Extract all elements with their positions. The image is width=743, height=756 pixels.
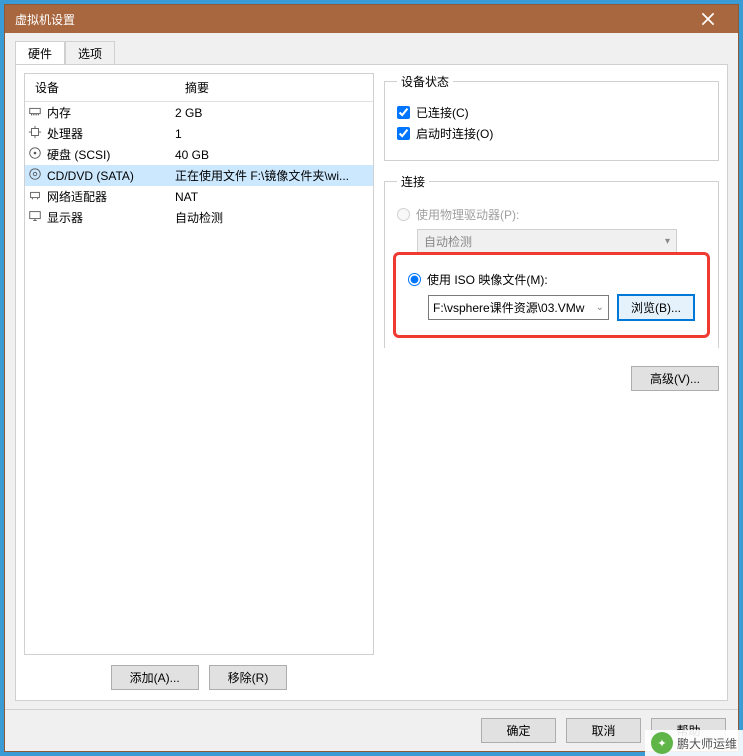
disk-icon bbox=[25, 146, 45, 163]
device-row-cpu[interactable]: 处理器1 bbox=[25, 123, 373, 144]
physical-drive-dropdown: 自动检测 ▾ bbox=[417, 229, 677, 254]
device-status-legend: 设备状态 bbox=[397, 73, 453, 90]
connected-checkbox[interactable]: 已连接(C) bbox=[397, 104, 706, 121]
content-area: 硬件 选项 设备 摘要 内存2 GB处理器1硬盘 (SCSI)40 GBCD/D… bbox=[5, 33, 738, 709]
settings-dialog: 虚拟机设置 硬件 选项 设备 摘要 内存2 GB处理器1硬盘 (SCSI)40 … bbox=[4, 4, 739, 752]
device-name: 硬盘 (SCSI) bbox=[45, 146, 175, 163]
add-button[interactable]: 添加(A)... bbox=[111, 665, 199, 690]
wechat-icon: ✦ bbox=[651, 732, 673, 754]
left-buttons: 添加(A)... 移除(R) bbox=[24, 655, 374, 692]
device-row-net[interactable]: 网络适配器NAT bbox=[25, 186, 373, 207]
list-header: 设备 摘要 bbox=[25, 74, 373, 102]
browse-button[interactable]: 浏览(B)... bbox=[617, 294, 695, 321]
physical-radio-input bbox=[397, 208, 410, 221]
iso-radio-input[interactable] bbox=[408, 273, 421, 286]
header-summary: 摘要 bbox=[175, 74, 373, 101]
chevron-down-icon: ▾ bbox=[665, 236, 670, 247]
device-status-group: 设备状态 已连接(C) 启动时连接(O) bbox=[384, 73, 719, 161]
titlebar: 虚拟机设置 bbox=[5, 5, 738, 33]
display-icon bbox=[25, 209, 45, 226]
window-title: 虚拟机设置 bbox=[15, 11, 688, 28]
physical-drive-radio[interactable]: 使用物理驱动器(P): bbox=[397, 206, 706, 223]
device-row-memory[interactable]: 内存2 GB bbox=[25, 102, 373, 123]
iso-section-highlight: 使用 ISO 映像文件(M): F:\vsphere课件资源\03.VMw ⌄ … bbox=[393, 252, 710, 338]
device-row-display[interactable]: 显示器自动检测 bbox=[25, 207, 373, 228]
device-summary: 40 GB bbox=[175, 148, 373, 162]
connected-input[interactable] bbox=[397, 106, 410, 119]
left-panel: 设备 摘要 内存2 GB处理器1硬盘 (SCSI)40 GBCD/DVD (SA… bbox=[24, 73, 374, 692]
iso-row: F:\vsphere课件资源\03.VMw ⌄ 浏览(B)... bbox=[428, 294, 695, 321]
device-list: 设备 摘要 内存2 GB处理器1硬盘 (SCSI)40 GBCD/DVD (SA… bbox=[24, 73, 374, 655]
memory-icon bbox=[25, 104, 45, 121]
device-name: 内存 bbox=[45, 104, 175, 121]
connection-legend: 连接 bbox=[397, 173, 429, 190]
chevron-down-icon[interactable]: ⌄ bbox=[596, 302, 604, 313]
device-summary: 2 GB bbox=[175, 106, 373, 120]
body: 设备 摘要 内存2 GB处理器1硬盘 (SCSI)40 GBCD/DVD (SA… bbox=[15, 65, 728, 701]
ok-button[interactable]: 确定 bbox=[481, 718, 556, 743]
remove-button[interactable]: 移除(R) bbox=[209, 665, 288, 690]
device-summary: 1 bbox=[175, 127, 373, 141]
device-name: 处理器 bbox=[45, 125, 175, 142]
cd-icon bbox=[25, 167, 45, 184]
right-panel: 设备状态 已连接(C) 启动时连接(O) 连接 使用物理驱动器(P): bbox=[384, 73, 719, 692]
tab-hardware[interactable]: 硬件 bbox=[15, 41, 65, 64]
connect-on-poweron-checkbox[interactable]: 启动时连接(O) bbox=[397, 125, 706, 142]
watermark: ✦ 鹏大师运维 bbox=[645, 730, 743, 756]
footer: 确定 取消 帮助 bbox=[5, 709, 738, 751]
advanced-row: 高级(V)... bbox=[384, 366, 719, 391]
cpu-icon bbox=[25, 125, 45, 142]
device-row-disk[interactable]: 硬盘 (SCSI)40 GB bbox=[25, 144, 373, 165]
cancel-button[interactable]: 取消 bbox=[566, 718, 641, 743]
device-summary: 自动检测 bbox=[175, 209, 373, 226]
device-name: 显示器 bbox=[45, 209, 175, 226]
device-name: 网络适配器 bbox=[45, 188, 175, 205]
iso-path-input[interactable]: F:\vsphere课件资源\03.VMw ⌄ bbox=[428, 295, 609, 320]
device-name: CD/DVD (SATA) bbox=[45, 169, 175, 183]
device-summary: 正在使用文件 F:\镜像文件夹\wi... bbox=[175, 167, 373, 184]
close-icon bbox=[701, 12, 715, 26]
connection-group: 连接 使用物理驱动器(P): 自动检测 ▾ 使用 ISO 映像文件(M): bbox=[384, 173, 719, 348]
close-button[interactable] bbox=[688, 5, 728, 33]
connect-on-input[interactable] bbox=[397, 127, 410, 140]
advanced-button[interactable]: 高级(V)... bbox=[631, 366, 719, 391]
device-row-cd[interactable]: CD/DVD (SATA)正在使用文件 F:\镜像文件夹\wi... bbox=[25, 165, 373, 186]
tab-options[interactable]: 选项 bbox=[65, 41, 115, 64]
net-icon bbox=[25, 188, 45, 205]
device-summary: NAT bbox=[175, 190, 373, 204]
iso-radio[interactable]: 使用 ISO 映像文件(M): bbox=[408, 271, 695, 288]
header-device: 设备 bbox=[25, 74, 175, 101]
tab-bar: 硬件 选项 bbox=[15, 41, 728, 65]
